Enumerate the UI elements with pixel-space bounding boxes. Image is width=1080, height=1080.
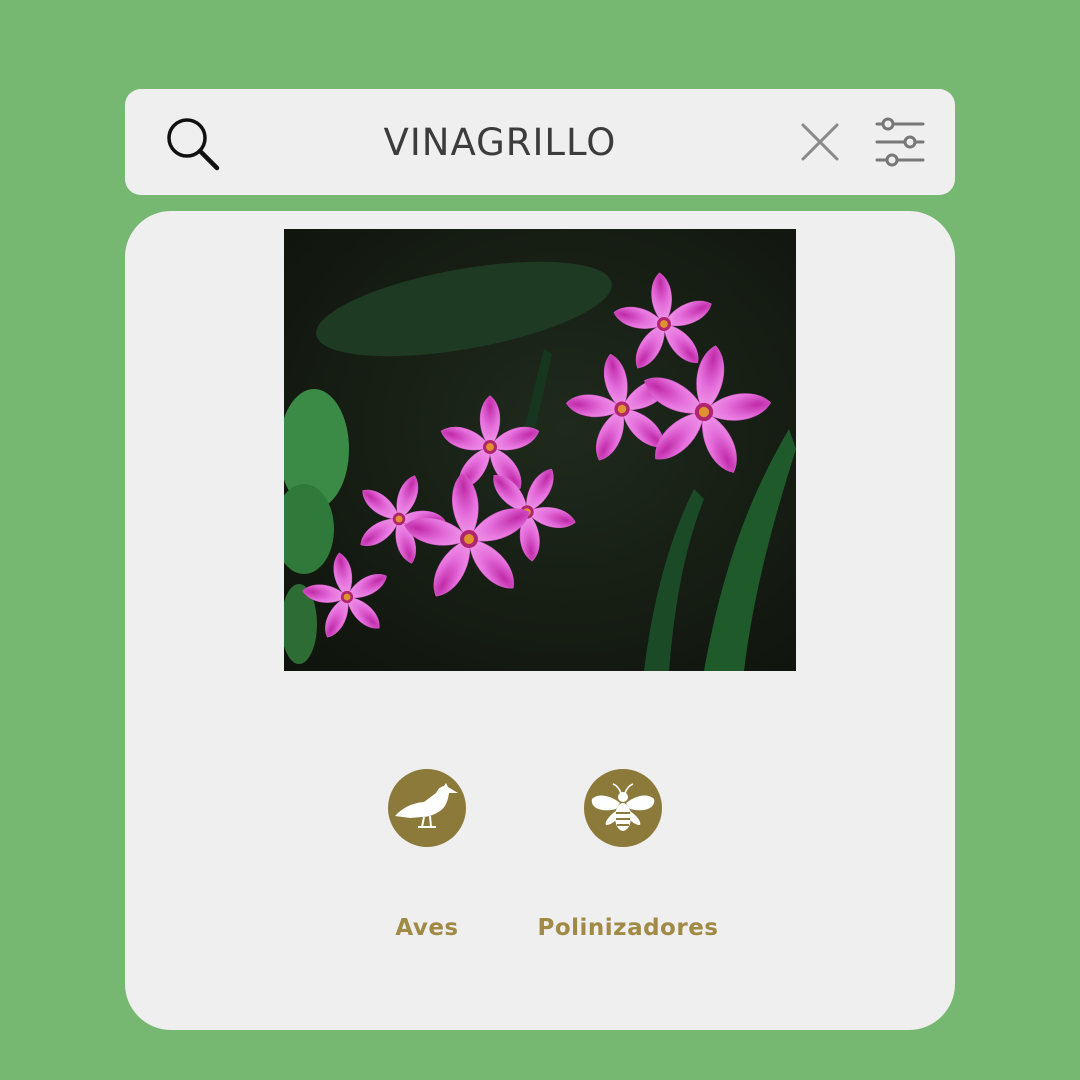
category-label-aves: Aves	[395, 915, 459, 941]
sliders-icon[interactable]	[872, 112, 928, 172]
bird-icon	[395, 783, 458, 828]
bird-badge[interactable]	[388, 769, 466, 847]
bee-icon	[591, 783, 655, 831]
flower-photo	[284, 229, 796, 671]
search-query[interactable]: VINAGRILLO	[300, 113, 700, 173]
bee-badge[interactable]	[584, 769, 662, 847]
category-label-polinizadores: Polinizadores	[537, 915, 719, 941]
search-icon[interactable]	[162, 113, 222, 173]
close-icon[interactable]	[796, 118, 844, 166]
